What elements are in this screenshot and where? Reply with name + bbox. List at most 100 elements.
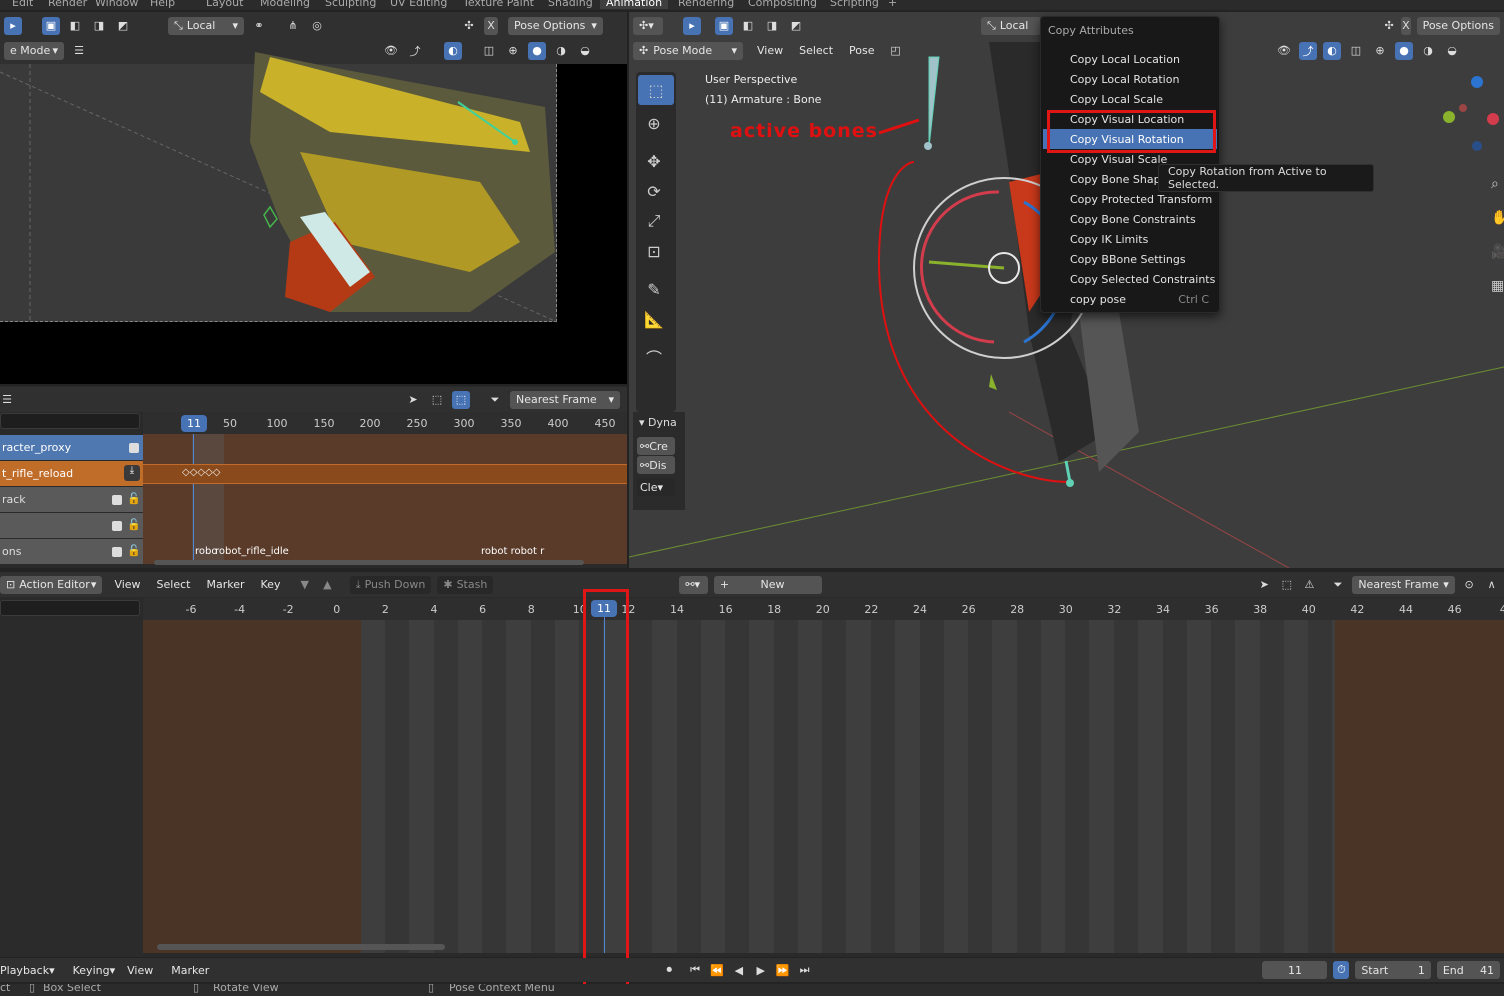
dyna-panel-title[interactable]: ▾ Dyna	[633, 412, 685, 433]
action-editor[interactable]: ⊡ Action Editor ▾ View Select Marker Key ▼…	[0, 572, 1504, 957]
tab-layout[interactable]: Layout	[206, 0, 243, 9]
tab-compositing[interactable]: Compositing	[748, 0, 817, 9]
nla-ruler[interactable]: 50 100 150 200 250 300 350 400 450 11	[143, 412, 627, 434]
filter-icon[interactable]: ⏷	[486, 391, 504, 409]
play-reverse-icon[interactable]: ◀	[731, 961, 747, 979]
strip-robot[interactable]: robot robot r	[481, 546, 544, 557]
show-errors-icon[interactable]: ⬚	[452, 390, 470, 409]
track-checkbox[interactable]	[129, 443, 139, 453]
select-mode-icon[interactable]: ▣	[42, 16, 60, 35]
solid-shading-icon[interactable]: ●	[1395, 41, 1413, 60]
transform-orientation-dropdown[interactable]: ⤡ Local ▾	[168, 16, 244, 35]
lock-icon[interactable]: 🔓	[127, 518, 141, 531]
jump-start-icon[interactable]: ⏮	[687, 961, 703, 979]
pivot-icon[interactable]: ⚭	[250, 17, 268, 35]
only-selected-icon[interactable]: ➤	[404, 391, 422, 409]
menu-item-copy-bone-constraints[interactable]: Copy Bone Constraints	[1043, 209, 1217, 229]
menu-item-copy-selected-constraints[interactable]: Copy Selected Constraints	[1043, 269, 1217, 289]
select-box-tool-icon[interactable]: ⬚	[638, 75, 674, 105]
action-snap-dropdown[interactable]: Nearest Frame ▾	[1352, 575, 1455, 594]
tab-scripting[interactable]: Scripting	[830, 0, 879, 9]
current-frame-field[interactable]: 11	[1262, 961, 1328, 979]
menu-item-copy-pose[interactable]: copy pose Ctrl C	[1043, 289, 1217, 309]
bone-tool-icon[interactable]: ⌒	[636, 342, 672, 372]
mode-dropdown[interactable]: e Mode ▾	[4, 41, 64, 60]
close-icon[interactable]: X	[1401, 16, 1411, 35]
wireframe-shading-icon[interactable]: ⊕	[504, 42, 522, 60]
menu-pose[interactable]: Pose	[849, 44, 874, 57]
tab-modeling[interactable]: Modeling	[260, 0, 310, 9]
transform-orientation-dropdown[interactable]: ⤡ Local	[981, 16, 1041, 35]
lock-icon[interactable]: 🔓	[127, 492, 141, 505]
scale-tool-icon[interactable]: ⤢	[636, 206, 672, 236]
next-keyframe-icon[interactable]: ⏩	[775, 961, 791, 979]
nla-track-rack[interactable]: rack 🔓	[0, 487, 143, 512]
strip-rifle-idle[interactable]: robot_rifle_idle	[215, 546, 289, 557]
jump-end-icon[interactable]: ⏭	[797, 961, 813, 979]
menu-item-copy-bbone-settings[interactable]: Copy BBone Settings	[1043, 249, 1217, 269]
menu-edit[interactable]: Edit	[12, 0, 33, 9]
hamburger-icon[interactable]: ☰	[70, 42, 88, 60]
mode-dropdown[interactable]: ✣ Pose Mode ▾	[633, 41, 743, 60]
left-viewport[interactable]: ▸ ▣ ◧ ◨ ◩ ⤡ Local ▾ ⚭ ⋔ ◎ ✣ X Pose Options…	[0, 12, 627, 384]
menu-item-copy-local-rotation[interactable]: Copy Local Rotation	[1043, 69, 1217, 89]
nla-scrollbar[interactable]	[154, 560, 584, 565]
snap-icon[interactable]: ⋔	[284, 17, 302, 35]
overlay-icon[interactable]: ◐	[444, 41, 462, 60]
menu-item-copy-ik-limits[interactable]: Copy IK Limits	[1043, 229, 1217, 249]
tab-sculpting[interactable]: Sculpting	[325, 0, 376, 9]
push-down-icon[interactable]: ⤓	[124, 465, 140, 481]
track-checkbox[interactable]	[112, 547, 122, 557]
visibility-icon[interactable]: 👁	[1275, 42, 1293, 60]
select-intersect-icon[interactable]: ◩	[114, 17, 132, 35]
clear-dropdown[interactable]: Cle ▾	[637, 478, 675, 496]
end-frame-field[interactable]: End 41	[1436, 961, 1501, 979]
nla-track-reload[interactable]: t_rifle_reload ⤓	[0, 461, 143, 486]
gizmo-icon[interactable]: ✣	[1383, 17, 1395, 35]
show-hidden-icon[interactable]: ⬚	[428, 391, 446, 409]
action-browse-dropdown[interactable]: ⚯▾	[679, 575, 708, 594]
action-scrollbar[interactable]	[157, 944, 445, 950]
record-icon[interactable]: ⏺	[661, 961, 677, 979]
move-tool-icon[interactable]: ✥	[636, 146, 672, 176]
menu-view[interactable]: View	[757, 44, 783, 57]
create-button[interactable]: ⚯ Cre	[637, 437, 675, 455]
nla-current-frame[interactable]: 11	[181, 415, 207, 432]
select-extend-icon[interactable]: ◧	[66, 17, 84, 35]
nla-track-proxy[interactable]: racter_proxy	[0, 435, 143, 460]
material-shading-icon[interactable]: ◑	[1419, 42, 1437, 60]
gizmo-icon[interactable]: ✣	[460, 17, 478, 35]
tab-uv-editing[interactable]: UV Editing	[390, 0, 447, 9]
material-shading-icon[interactable]: ◑	[552, 42, 570, 60]
play-icon[interactable]: ▶	[753, 961, 769, 979]
annotate-tool-icon[interactable]: ✎	[636, 274, 672, 304]
editor-mode-dropdown[interactable]: ⊡ Action Editor ▾	[0, 575, 103, 594]
action-search[interactable]	[0, 600, 140, 616]
cursor-tool-icon[interactable]: ⊕	[636, 108, 672, 138]
nla-snap-dropdown[interactable]: Nearest Frame ▾	[510, 390, 620, 409]
overlay-icon[interactable]: ◐	[1323, 41, 1341, 60]
nav-gizmo-buttons[interactable]: ⌕ ✋ 🎥 ▦	[1491, 167, 1504, 294]
nla-track-ons[interactable]: ons 🔓	[0, 539, 143, 564]
preview-range-icon[interactable]: ⏱	[1333, 961, 1350, 979]
menu-render[interactable]: Render	[48, 0, 87, 9]
pose-options-dropdown[interactable]: Pose Options ▾	[508, 16, 603, 35]
nla-search[interactable]	[0, 413, 140, 429]
proportional-edit-icon[interactable]: ⊙	[1461, 576, 1478, 594]
visibility-icon[interactable]: 👁	[382, 42, 400, 60]
menu-select[interactable]: Select	[157, 578, 191, 591]
menu-item-copy-protected-transform[interactable]: Copy Protected Transform	[1043, 189, 1217, 209]
action-ruler[interactable]: -6 -4 -2 0 2 4 6 8 10 12 14 16 18 20 22 24 26 28 30 32 34 36 3…	[143, 598, 1504, 620]
tab-rendering[interactable]: Rendering	[678, 0, 734, 9]
menu-key[interactable]: Key	[261, 578, 281, 591]
dissolve-button[interactable]: ⚯ Dis	[637, 456, 675, 474]
add-workspace-icon[interactable]: +	[888, 0, 897, 9]
pose-tool-icon[interactable]: ◰	[887, 42, 905, 60]
solid-shading-icon[interactable]: ●	[528, 41, 546, 60]
falloff-icon[interactable]: ∧	[1483, 576, 1500, 594]
layer-up-icon[interactable]: ▲	[319, 576, 336, 594]
measure-tool-icon[interactable]: 📐	[636, 304, 672, 334]
playback-dropdown[interactable]: Playback ▾	[0, 961, 61, 979]
tab-shading[interactable]: Shading	[548, 0, 593, 9]
select-subtract-icon[interactable]: ◨	[90, 17, 108, 35]
